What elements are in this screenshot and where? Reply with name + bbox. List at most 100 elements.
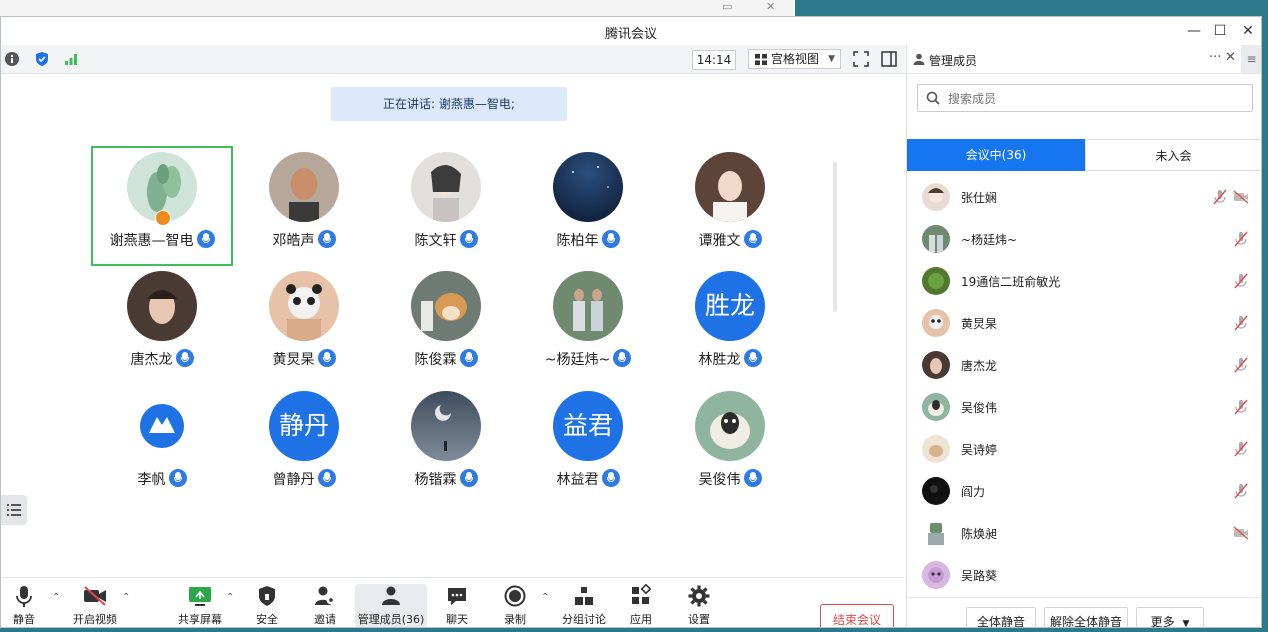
mic-muted-icon[interactable] — [1233, 315, 1249, 331]
maximize-button[interactable]: ☐ — [1209, 21, 1231, 41]
list-toggle-button[interactable] — [1, 495, 27, 525]
panel-menu-button[interactable]: ≡ — [1241, 45, 1261, 73]
close-panel-button[interactable]: ✕ — [1225, 50, 1236, 65]
mic-muted-icon[interactable] — [1233, 357, 1249, 373]
unmute-all-button[interactable]: 解除全体静音 — [1044, 607, 1128, 627]
manage-members-button[interactable]: 管理成员(36) — [355, 584, 427, 627]
participant-tile[interactable]: 谭雅文 — [659, 146, 801, 266]
avatar — [411, 391, 481, 461]
chat-icon — [448, 588, 466, 605]
video-options-caret[interactable]: ⌃ — [122, 592, 130, 603]
shield-icon[interactable] — [34, 51, 50, 67]
member-name: 唐杰龙 — [961, 359, 998, 373]
member-row[interactable]: 吴诗婷 — [907, 428, 1261, 470]
avatar — [922, 309, 950, 337]
mic-icon — [459, 349, 478, 367]
mic-muted-icon[interactable] — [1233, 483, 1249, 499]
participant-tile[interactable]: 陈柏年 — [517, 146, 659, 266]
participant-tile[interactable]: 陈俊霖 — [375, 265, 517, 385]
member-row[interactable]: 吴路葵 — [907, 554, 1261, 596]
video-off-icon[interactable] — [1233, 189, 1249, 205]
participant-tile[interactable]: 吴俊伟 — [659, 385, 801, 505]
mic-muted-icon[interactable] — [1212, 189, 1228, 205]
participant-name: ~杨廷炜~ — [544, 352, 611, 368]
share-screen-button[interactable]: 共享屏幕 — [173, 584, 227, 627]
side-panel-icon[interactable] — [880, 50, 898, 68]
breakout-button[interactable]: 分组讨论 — [557, 584, 611, 627]
member-row[interactable]: 陈焕昶 — [907, 512, 1261, 554]
minimize-button[interactable]: — — [1183, 21, 1205, 41]
mute-options-caret[interactable]: ⌃ — [52, 592, 60, 603]
record-button[interactable]: 录制 — [495, 584, 535, 627]
participant-tile[interactable]: 邓皓声 — [233, 146, 375, 266]
participant-name: 陈柏年 — [556, 233, 599, 249]
participant-tile[interactable]: 静丹 曾静丹 — [233, 385, 375, 505]
mic-icon — [601, 469, 620, 487]
share-options-caret[interactable]: ⌃ — [226, 592, 234, 603]
panel-header: 管理成员 ··· ✕ ≡ — [907, 45, 1261, 74]
participant-tile[interactable]: 谢燕惠—智电 — [91, 146, 233, 266]
settings-button[interactable]: 设置 — [681, 584, 717, 627]
apps-button[interactable]: 应用 — [623, 584, 659, 627]
member-row[interactable]: 19通信二班俞敏光 — [907, 260, 1261, 302]
more-button[interactable]: 更多 ▼ — [1136, 607, 1204, 628]
record-options-caret[interactable]: ⌃ — [541, 592, 549, 603]
mic-icon — [743, 349, 762, 367]
participant-tile[interactable]: 杨锴霖 — [375, 385, 517, 505]
member-row[interactable]: 张仕娴 — [907, 176, 1261, 218]
participant-name: 陈俊霖 — [414, 352, 457, 368]
member-row[interactable]: 吴俊伟 — [907, 386, 1261, 428]
avatar — [922, 267, 950, 295]
participant-tile[interactable]: 李帆 — [91, 385, 233, 505]
participant-tile[interactable]: 胜龙 林胜龙 — [659, 265, 801, 385]
invite-button[interactable]: 邀请 — [305, 584, 345, 627]
signal-icon[interactable] — [63, 51, 79, 67]
member-row[interactable]: 阎力 — [907, 470, 1261, 512]
mic-muted-icon[interactable] — [1233, 231, 1249, 247]
more-options-icon[interactable]: ··· — [1209, 50, 1221, 65]
participant-tile[interactable]: 唐杰龙 — [91, 265, 233, 385]
tab-in-meeting[interactable]: 会议中(36) — [907, 139, 1085, 171]
end-meeting-button[interactable]: 结束会议 — [820, 604, 894, 627]
grid-scrollbar[interactable] — [833, 162, 837, 312]
member-search-box[interactable] — [917, 84, 1253, 112]
close-button[interactable]: ✕ — [1237, 21, 1259, 41]
mute-all-button[interactable]: 全体静音 — [966, 607, 1036, 627]
fullscreen-icon[interactable] — [852, 50, 870, 68]
participant-name: 谢燕惠—智电 — [109, 233, 194, 249]
avatar — [553, 152, 623, 222]
video-off-icon[interactable] — [1233, 525, 1249, 541]
participant-tile[interactable]: ~杨廷炜~ — [517, 265, 659, 385]
mic-muted-icon[interactable] — [1233, 441, 1249, 457]
mic-icon — [459, 230, 478, 248]
participant-name: 黄炅杲 — [272, 352, 315, 368]
video-button[interactable]: 开启视频 — [67, 584, 123, 627]
mic-icon — [168, 469, 187, 487]
participant-name: 邓皓声 — [272, 233, 315, 249]
info-icon[interactable] — [4, 51, 20, 67]
members-icon — [382, 586, 400, 605]
mic-muted-icon[interactable] — [1233, 273, 1249, 289]
chevron-down-icon: ▼ — [1182, 619, 1190, 628]
member-row[interactable]: 唐杰龙 — [907, 344, 1261, 386]
participant-tile[interactable]: 益君 林益君 — [517, 385, 659, 505]
mute-button[interactable]: 静音 — [5, 584, 43, 627]
avatar — [411, 271, 481, 341]
participant-tile[interactable]: 陈文轩 — [375, 146, 517, 266]
chat-button[interactable]: 聊天 — [437, 584, 477, 627]
avatar — [922, 225, 950, 253]
share-screen-icon — [189, 587, 211, 606]
avatar — [411, 152, 481, 222]
member-row[interactable]: 黄炅杲 — [907, 302, 1261, 344]
member-row[interactable]: ~杨廷炜~ — [907, 218, 1261, 260]
panel-title: 管理成员 — [929, 54, 978, 68]
search-input[interactable] — [946, 89, 1240, 109]
participant-name: 曾静丹 — [272, 472, 315, 488]
view-mode-dropdown[interactable]: 宫格视图 ▼ — [748, 49, 841, 69]
participant-tile[interactable]: 黄炅杲 — [233, 265, 375, 385]
security-button[interactable]: 安全 — [247, 584, 287, 627]
tab-not-joined[interactable]: 未入会 — [1085, 139, 1261, 171]
avatar — [553, 271, 623, 341]
person-icon — [913, 53, 925, 65]
mic-muted-icon[interactable] — [1233, 399, 1249, 415]
